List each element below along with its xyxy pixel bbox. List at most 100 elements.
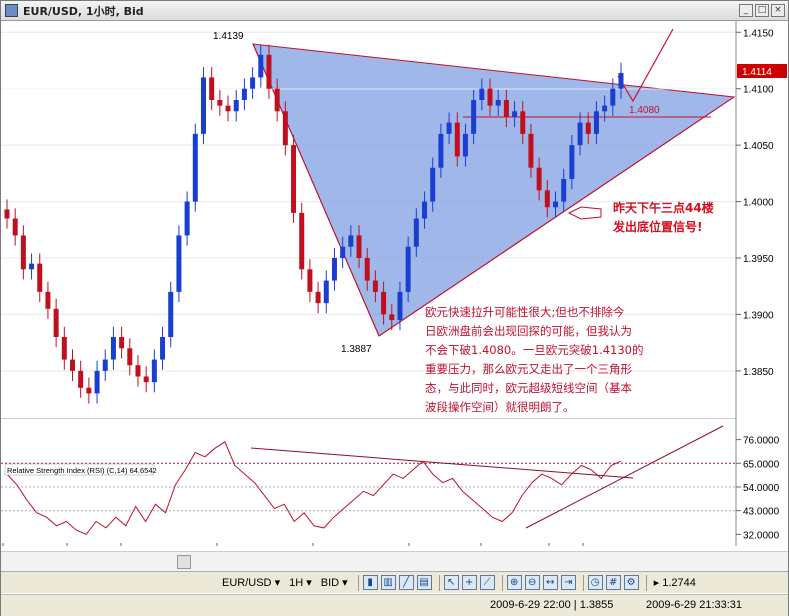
candle-body <box>585 122 591 134</box>
line-chart-icon[interactable]: ╱ <box>398 575 414 590</box>
current-price-value: 1.4114 <box>742 67 772 78</box>
zoom-value-select[interactable]: ▸ 1.2744 <box>651 574 699 591</box>
candle-body <box>110 337 116 360</box>
price-type-select[interactable]: BID ▾ <box>318 574 351 591</box>
candle-body <box>561 179 567 202</box>
rsi-tick-label: 32.0000 <box>743 530 780 541</box>
rsi-pane <box>1 419 736 546</box>
candle-body <box>241 88 247 100</box>
candle-body <box>553 201 559 208</box>
candle-body <box>315 291 321 304</box>
candle-body <box>446 122 452 134</box>
candle-body <box>217 100 223 106</box>
candle-body <box>405 246 411 292</box>
candle-body <box>119 337 125 349</box>
price-tick-label: 1.4150 <box>743 28 774 39</box>
grid-icon[interactable]: # <box>605 575 621 590</box>
minimize-button[interactable]: _ <box>739 4 753 17</box>
candle-body <box>160 337 166 360</box>
candle-body <box>381 291 387 315</box>
candle-body <box>61 337 67 360</box>
price-chart[interactable]: 1.4139 1.3887 1.4080 昨天下午三点44楼 发出底位置信号! … <box>1 21 789 546</box>
rsi-tick-label: 54.0000 <box>743 483 780 494</box>
title-bar: EUR/USD, 1小时, Bid _ □ × <box>1 1 788 21</box>
zoom-in-icon[interactable]: ⊕ <box>506 575 522 590</box>
status-cursor-info: 2009-6-29 22:00 | 1.3855 <box>490 599 614 611</box>
candle-body <box>200 77 206 134</box>
candle-body <box>307 269 313 292</box>
candle-body <box>323 280 329 304</box>
zoom-out-icon[interactable]: ⊖ <box>524 575 540 590</box>
price-tick-label: 1.3850 <box>743 367 774 378</box>
price-tick-label: 1.4000 <box>743 198 774 209</box>
candle-body <box>340 246 346 258</box>
candle-icon[interactable]: ▥ <box>380 575 396 590</box>
candle-body <box>397 291 403 321</box>
candle-body <box>282 111 288 146</box>
timeframe-select[interactable]: 1H ▾ <box>286 574 315 591</box>
candle-body <box>176 235 182 292</box>
cursor-icon[interactable]: ↖ <box>443 575 459 590</box>
candle-body <box>225 105 231 112</box>
rsi-tick-label: 43.0000 <box>743 507 780 518</box>
close-button[interactable]: × <box>771 4 785 17</box>
rsi-tick-label: 76.0000 <box>743 436 780 447</box>
draw-line-icon[interactable]: ⟋ <box>479 575 495 590</box>
candle-body <box>45 291 51 309</box>
rsi-axis: 76.0000 65.0000 54.0000 43.0000 32.0000 <box>736 436 780 541</box>
price-tick-label: 1.4050 <box>743 141 774 152</box>
period-icon[interactable]: ◷ <box>587 575 603 590</box>
candle-body <box>430 167 436 202</box>
candle-body <box>471 100 477 134</box>
rsi-indicator-label: Relative Strength Index (RSI) (C,14) 64.… <box>7 466 157 475</box>
timeframe-value: 1H <box>289 576 304 589</box>
autoscroll-icon[interactable]: ⇥ <box>560 575 576 590</box>
candle-body <box>610 88 616 106</box>
candle-body <box>618 72 624 89</box>
candle-body <box>348 235 354 247</box>
candle-body <box>12 218 18 236</box>
candle-body <box>577 122 583 146</box>
candle-body <box>78 370 84 388</box>
chart-type-icon[interactable]: ▮ <box>362 575 378 590</box>
candle-body <box>602 105 608 112</box>
symbol-value: EUR/USD <box>222 576 272 589</box>
candle-body <box>372 280 378 292</box>
candle-body <box>364 258 370 281</box>
candle-body <box>291 145 297 213</box>
crosshair-icon[interactable]: + <box>461 575 477 590</box>
symbol-select[interactable]: EUR/USD ▾ <box>219 574 283 591</box>
commentary-line-1: 欧元快速拉升可能性很大;但也不排除今 <box>425 305 625 319</box>
candle-body <box>192 133 198 202</box>
candle-body <box>37 263 43 292</box>
price-axis: 1.4150 1.4100 1.4050 1.4000 1.3950 1.3900 1.38… <box>736 28 774 378</box>
toolbar-divider <box>501 574 503 591</box>
commentary-line-4: 重要压力，那么欧元又走出了一个三角形 <box>425 362 632 376</box>
candle-body <box>487 88 493 106</box>
scroll-icon[interactable]: ↔ <box>542 575 558 590</box>
candle-body <box>86 387 92 394</box>
candle-body <box>127 348 133 366</box>
commentary-line-6: 波段操作空间）就很明朗了。 <box>425 400 575 414</box>
candle-body <box>512 111 518 117</box>
toolbar-divider <box>438 574 440 591</box>
candle-body <box>413 218 419 247</box>
candle-body <box>53 308 59 337</box>
price-type-value: BID <box>320 576 340 589</box>
price-tick-label: 1.3900 <box>743 310 774 321</box>
candle-body <box>266 54 272 89</box>
maximize-button[interactable]: □ <box>755 4 769 17</box>
commentary-line-3: 不会下破1.4080。一旦欧元突破1.4130的 <box>425 343 643 357</box>
commentary-line-5: 态，与此同时，欧元超级短线空间（基本 <box>425 381 632 395</box>
candle-body <box>593 111 599 134</box>
settings-icon[interactable]: ⚙ <box>623 575 639 590</box>
candle-body <box>135 365 141 377</box>
horizontal-scrollbar[interactable] <box>1 551 788 571</box>
candle-body <box>495 100 501 106</box>
candle-body <box>69 359 75 371</box>
candle-body <box>503 100 509 117</box>
scroll-thumb[interactable] <box>177 555 191 569</box>
zoom-value: 1.2744 <box>662 576 696 589</box>
candle-body <box>102 359 108 371</box>
bar-chart-icon[interactable]: ▤ <box>416 575 432 590</box>
